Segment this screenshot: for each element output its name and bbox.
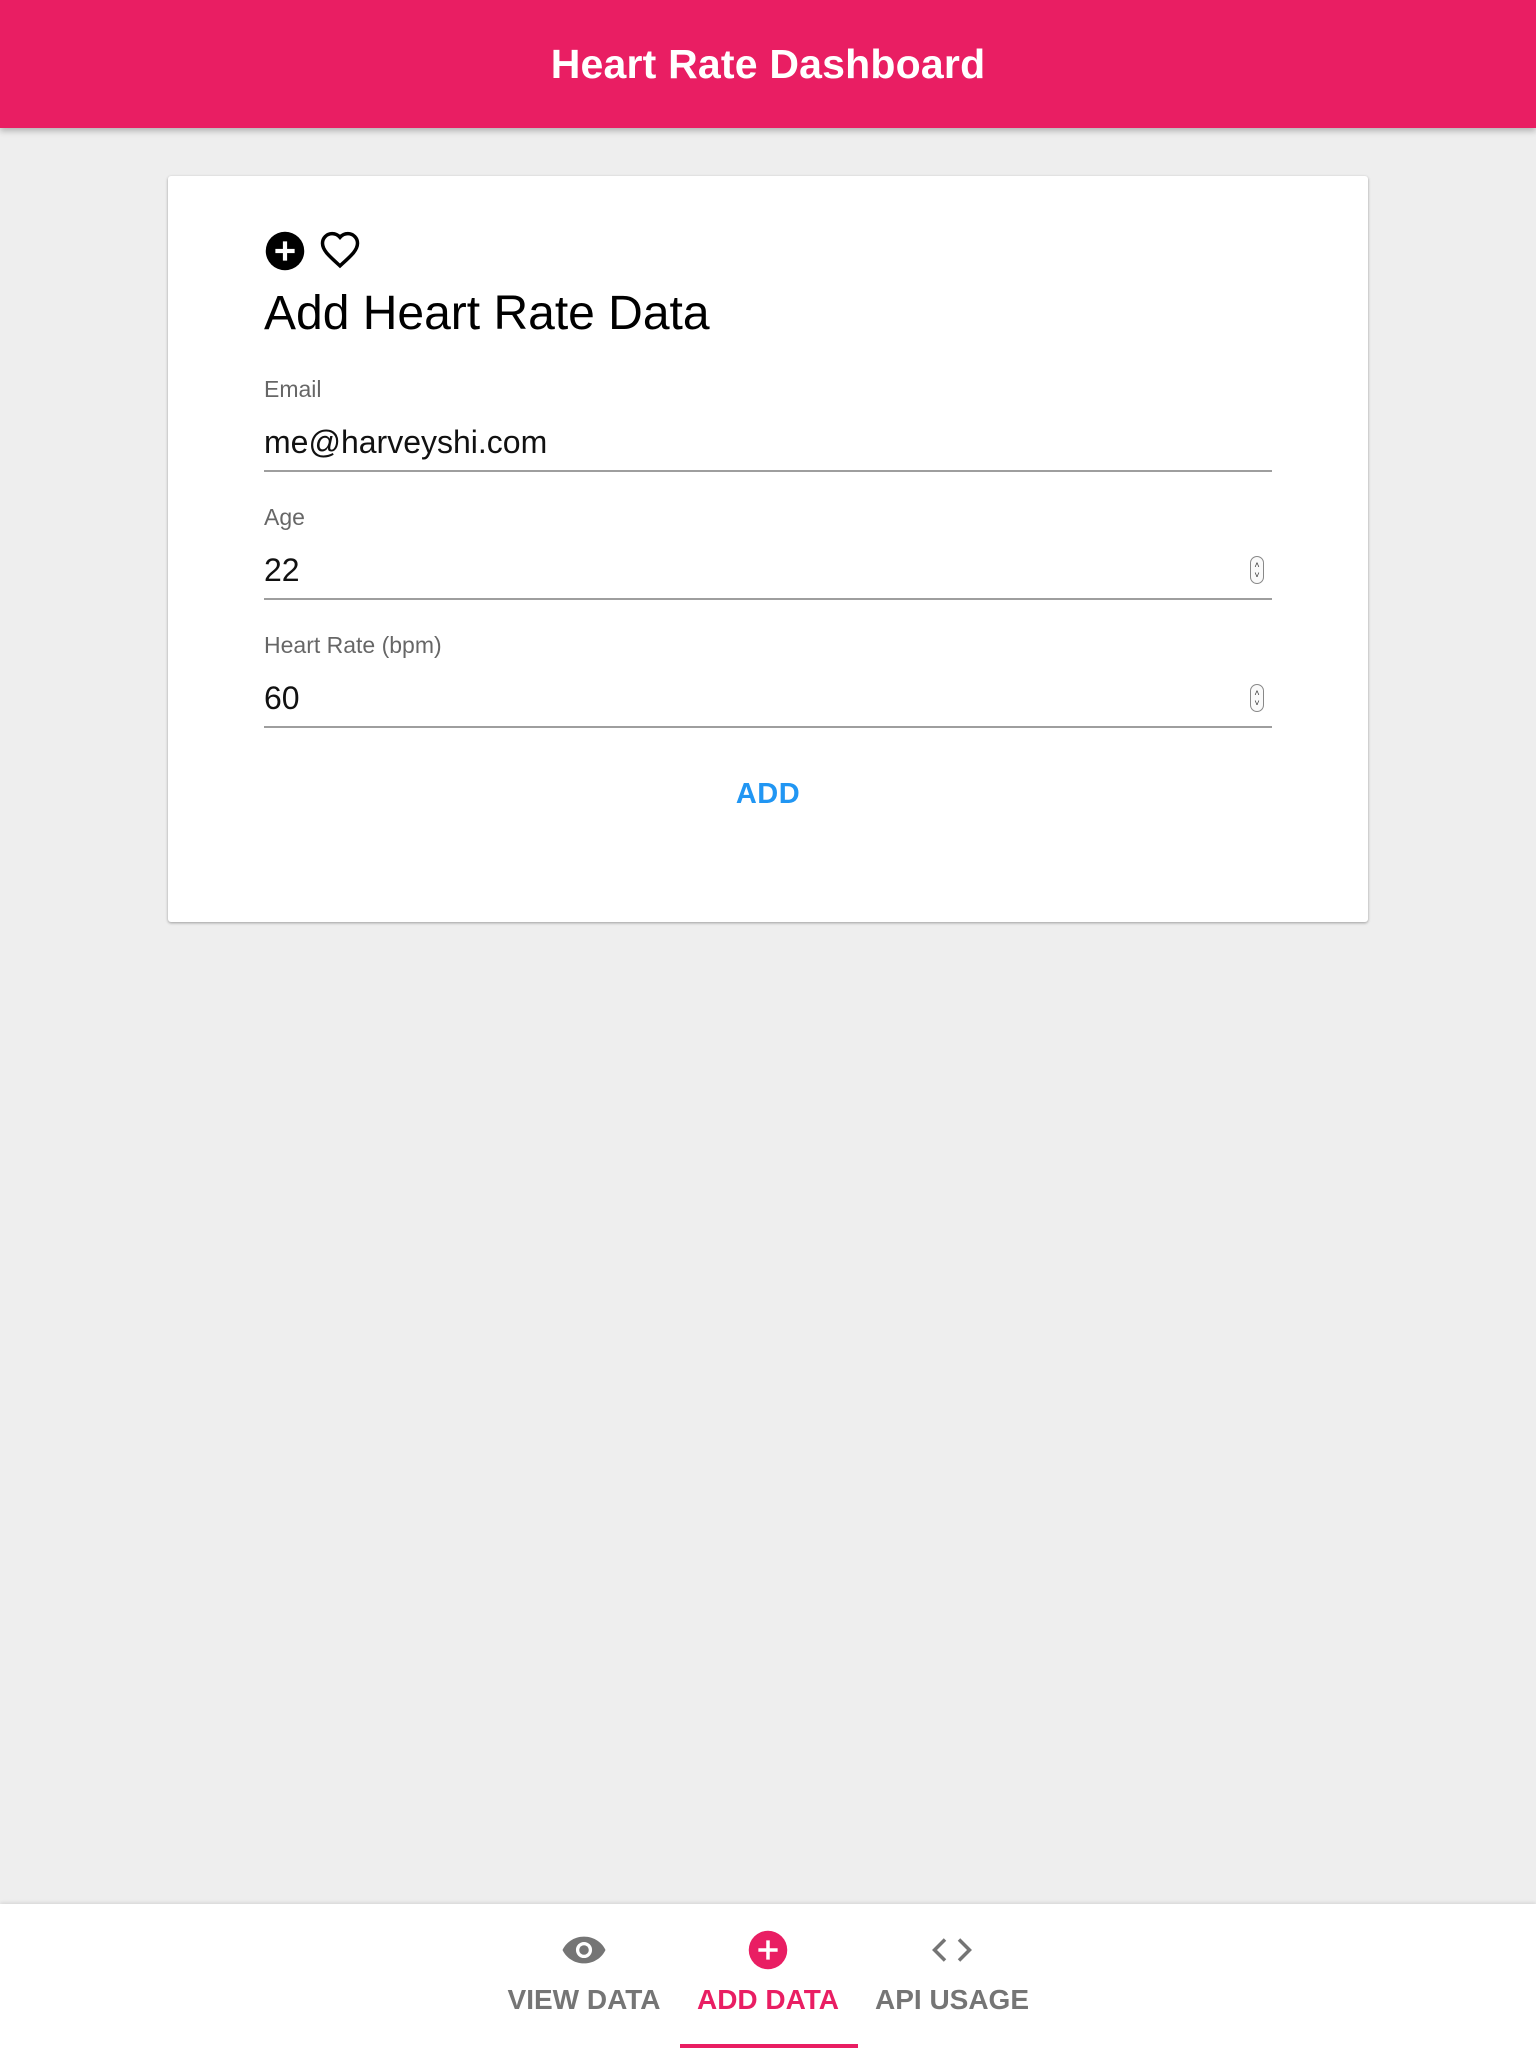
card-title: Add Heart Rate Data bbox=[264, 287, 710, 340]
age-input[interactable] bbox=[264, 542, 1272, 598]
nav-api-usage-label: API USAGE bbox=[874, 1984, 1030, 2015]
nav-view-data[interactable]: VIEW DATA bbox=[492, 1904, 676, 2048]
email-input[interactable] bbox=[264, 414, 1272, 470]
heart-rate-stepper[interactable]: ˄ ˅ bbox=[1250, 684, 1264, 712]
app-bar: Heart Rate Dashboard bbox=[0, 0, 1536, 128]
active-tab-indicator bbox=[680, 2044, 858, 2048]
heart-rate-input[interactable] bbox=[264, 670, 1272, 726]
add-button[interactable]: ADD bbox=[668, 766, 868, 822]
card-icons bbox=[264, 228, 362, 274]
eye-icon bbox=[560, 1926, 608, 1974]
add-data-card: Add Heart Rate Data Email Age ˄ ˅ Heart … bbox=[168, 176, 1368, 922]
chevron-up-icon[interactable]: ˄ bbox=[1254, 560, 1259, 570]
heart-outline-icon bbox=[318, 230, 362, 272]
app-title: Heart Rate Dashboard bbox=[550, 40, 986, 87]
email-label: Email bbox=[264, 376, 322, 402]
heart-rate-underline bbox=[264, 726, 1272, 728]
bottom-navigation: VIEW DATA ADD DATA API USAGE bbox=[0, 1904, 1536, 2048]
email-underline bbox=[264, 470, 1272, 472]
nav-add-data-label: ADD DATA bbox=[696, 1984, 840, 2015]
plus-circle-icon bbox=[744, 1926, 792, 1974]
code-icon bbox=[928, 1926, 976, 1974]
heart-rate-label: Heart Rate (bpm) bbox=[264, 632, 442, 658]
nav-view-data-label: VIEW DATA bbox=[507, 1984, 661, 2015]
chevron-down-icon[interactable]: ˅ bbox=[1254, 570, 1259, 580]
nav-api-usage[interactable]: API USAGE bbox=[860, 1904, 1044, 2048]
chevron-down-icon[interactable]: ˅ bbox=[1254, 698, 1259, 708]
nav-add-data[interactable]: ADD DATA bbox=[676, 1904, 860, 2048]
chevron-up-icon[interactable]: ˄ bbox=[1254, 688, 1259, 698]
age-field: Age ˄ ˅ bbox=[264, 504, 1272, 612]
heart-rate-field: Heart Rate (bpm) ˄ ˅ bbox=[264, 632, 1272, 740]
age-label: Age bbox=[264, 504, 305, 530]
age-underline bbox=[264, 598, 1272, 600]
email-field: Email bbox=[264, 376, 1272, 484]
plus-circle-icon bbox=[264, 230, 306, 272]
age-stepper[interactable]: ˄ ˅ bbox=[1250, 556, 1264, 584]
